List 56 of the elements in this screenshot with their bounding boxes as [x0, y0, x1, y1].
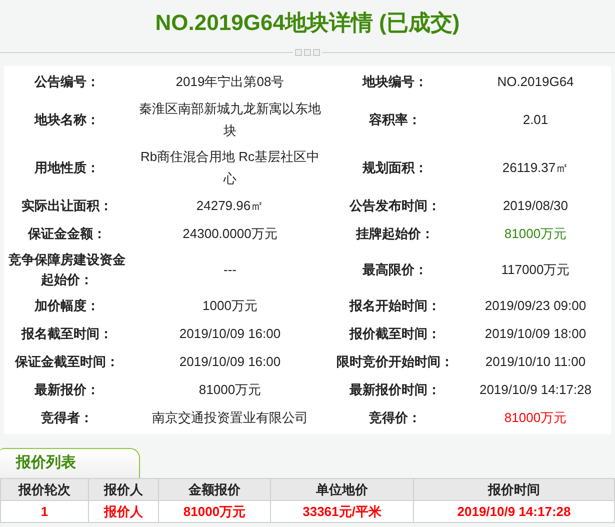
field-label: 挂牌起始价：: [354, 225, 435, 243]
page-title: NO.2019G64地块详情 (已成交): [155, 8, 460, 37]
field-value: Rb商住混合用地 Rc基层社区中心: [139, 148, 321, 188]
field-value: 2019/10/09 16:00: [178, 353, 282, 371]
field-label: 地块编号：: [361, 73, 428, 91]
field-value: 2019/10/9 14:17:28: [478, 381, 593, 399]
field-value: 2019/09/23 09:00: [484, 297, 588, 315]
column-header: 报价轮次: [0, 478, 88, 500]
field-label: 报价截至时间：: [348, 325, 442, 343]
field-label: 容积率：: [368, 111, 422, 129]
field-value: ---: [222, 261, 238, 279]
field-label: 规划面积：: [361, 159, 428, 177]
table-cell: 81000万元: [158, 500, 270, 522]
field-label: 竞争保障房建设资金起始价：: [8, 251, 126, 289]
field-label: 报名开始时间：: [348, 297, 442, 315]
column-header: 报价时间: [414, 478, 614, 500]
field-label: 实际出让面积：: [20, 197, 114, 215]
field-label: 最新报价时间：: [348, 381, 442, 399]
bid-list-tab[interactable]: 报价列表: [0, 448, 140, 478]
field-value: 2019/10/09 18:00: [484, 325, 588, 343]
field-label: 保证金截至时间：: [14, 353, 120, 371]
field-label: 竞得价：: [368, 409, 422, 427]
field-value: 2019/08/30: [502, 197, 570, 215]
field-value: NO.2019G64: [496, 73, 575, 91]
field-value: 24300.0000万元: [182, 225, 278, 243]
table-cell: 2019/10/9 14:17:28: [414, 500, 614, 522]
field-label: 最高限价：: [362, 261, 428, 279]
table-cell: 报价人: [88, 500, 158, 522]
field-label: 公告发布时间：: [348, 197, 442, 215]
field-value: 81000万元: [503, 409, 568, 427]
field-label: 公告编号：: [33, 73, 100, 91]
field-label: 地块名称：: [33, 111, 100, 129]
field-value: 26119.37㎡: [501, 159, 570, 177]
field-value: 2019年宁出第08号: [174, 73, 286, 91]
field-label: 用地性质：: [33, 159, 100, 177]
field-value: 2019/10/09 16:00: [178, 325, 282, 343]
field-label: 限时竞价开始时间：: [336, 353, 454, 371]
column-header: 单位地价: [270, 478, 414, 500]
table-cell: 1: [0, 500, 88, 522]
field-label: 报名截至时间：: [20, 325, 114, 343]
field-value: 2019/10/10 11:00: [484, 353, 587, 371]
field-value: 1000万元: [202, 297, 258, 315]
field-label: 保证金金额：: [26, 225, 107, 243]
field-value: 81000万元: [198, 381, 262, 399]
column-header: 金额报价: [158, 478, 270, 500]
field-value: 秦淮区南部新城九龙新寓以东地块: [138, 100, 322, 140]
field-value: 南京交通投资置业有限公司: [151, 409, 309, 427]
field-value: 2.01: [522, 111, 550, 129]
table-cell: 33361元/平米: [270, 500, 414, 522]
field-value: 24279.96㎡: [195, 197, 265, 215]
field-label: 最新报价：: [34, 381, 100, 399]
field-label: 加价幅度：: [33, 297, 100, 315]
field-label: 竞得者：: [40, 409, 94, 427]
divider-ornament-icon: [293, 48, 322, 56]
field-value: 117000万元: [500, 261, 571, 279]
field-value: 81000万元: [503, 225, 568, 243]
